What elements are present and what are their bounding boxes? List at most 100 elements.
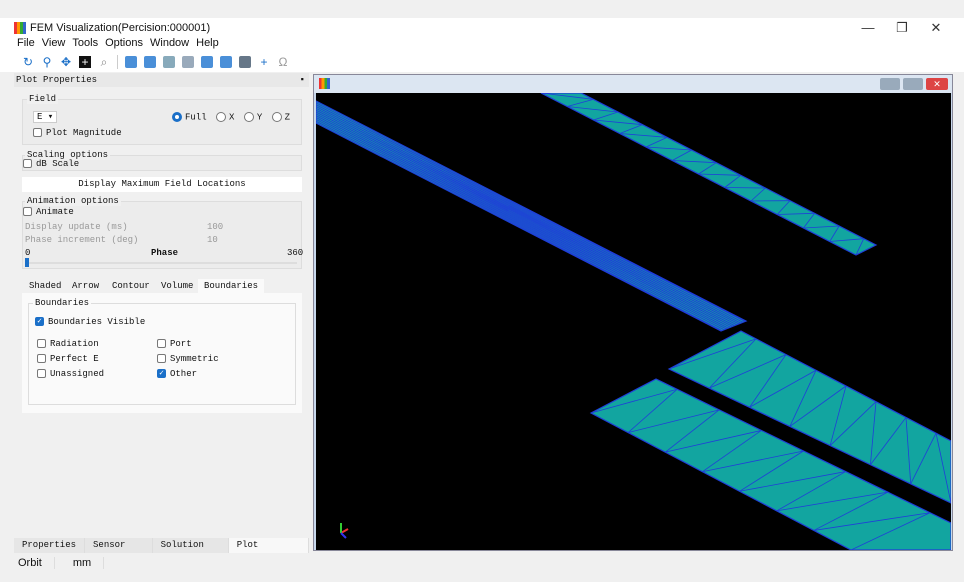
phase-label: Phase	[151, 248, 179, 258]
phase-max: 360	[287, 248, 304, 258]
checkbox-icon	[157, 354, 166, 364]
panel-title: Plot Properties	[16, 75, 98, 85]
tab-contour[interactable]: Contour	[106, 279, 156, 293]
mesh-edge	[724, 187, 766, 189]
menu-help[interactable]: Help	[196, 37, 219, 52]
boundary-label: Symmetric	[170, 354, 219, 364]
component-radios: Full X Y Z	[168, 112, 290, 122]
boundary-label: Port	[170, 339, 192, 349]
checkbox-icon	[37, 369, 46, 379]
field-select[interactable]: E ▾	[33, 111, 58, 123]
view-left-icon[interactable]	[201, 56, 213, 68]
view-top-icon[interactable]	[163, 56, 175, 68]
boundaries-visible-checkbox[interactable]: ✓ Boundaries Visible	[35, 317, 145, 327]
db-scale-checkbox[interactable]: dB Scale	[23, 159, 79, 169]
phase-min: 0	[25, 248, 31, 258]
menu-window[interactable]: Window	[150, 37, 189, 52]
view-back-icon[interactable]	[144, 56, 156, 68]
boundary-checkbox-other[interactable]: ✓ Other	[157, 369, 197, 379]
status-bar: Orbit mm	[0, 553, 964, 573]
scaling-group: Scaling options dB Scale	[22, 150, 302, 171]
checkbox-icon	[37, 354, 46, 364]
tab-sensor-setup[interactable]: Sensor Setup	[85, 538, 153, 565]
fit-icon[interactable]: +	[79, 56, 91, 68]
tab-boundaries[interactable]: Boundaries	[198, 279, 265, 293]
view-iso-icon[interactable]	[239, 56, 251, 68]
boundary-checkbox-symmetric[interactable]: Symmetric	[157, 354, 219, 364]
zoom-icon[interactable]: ⚲	[41, 56, 53, 68]
close-button[interactable]: ✕	[921, 18, 951, 38]
tab-plot-properties[interactable]: Plot Properties	[228, 538, 309, 565]
radio-y-label: Y	[256, 112, 263, 123]
boundary-checkbox-radiation[interactable]: Radiation	[37, 339, 99, 349]
status-mode: Orbit	[0, 557, 55, 569]
display-max-field-button[interactable]: Display Maximum Field Locations	[22, 177, 302, 192]
boundary-label: Other	[170, 369, 198, 379]
menu-options[interactable]: Options	[105, 37, 143, 52]
menu-file[interactable]: File	[17, 37, 35, 52]
tab-shaded[interactable]: Shaded	[23, 279, 67, 293]
view-app-icon	[319, 78, 330, 89]
phase-slider-thumb[interactable]	[25, 258, 29, 267]
field-group: Field E ▾ Full X Y Z Plot Magnitude	[22, 94, 302, 145]
undock-icon[interactable]: ▪	[300, 75, 305, 85]
display-update-input[interactable]: 100	[207, 222, 223, 232]
plot-magnitude-checkbox[interactable]: Plot Magnitude	[33, 128, 122, 138]
menu-tools[interactable]: Tools	[72, 37, 98, 52]
view-right-icon[interactable]	[220, 56, 232, 68]
axis-triad-icon	[340, 523, 349, 539]
boundary-checkbox-port[interactable]: Port	[157, 339, 192, 349]
check-icon: ✓	[157, 369, 166, 379]
tab-solution-setup[interactable]: Solution Setup	[152, 538, 229, 565]
radio-x[interactable]	[216, 112, 227, 122]
boundary-label: Unassigned	[50, 369, 105, 379]
app-icon	[14, 22, 26, 34]
animate-checkbox[interactable]: Animate	[23, 207, 74, 217]
probe-icon[interactable]: Ω	[277, 56, 289, 68]
view-close-button[interactable]: ✕	[926, 78, 948, 90]
mesh-drawing	[315, 92, 952, 551]
boundary-checkbox-perfect-e[interactable]: Perfect E	[37, 354, 99, 364]
animate-label: Animate	[36, 207, 74, 217]
phase-increment-input[interactable]: 10	[207, 235, 218, 245]
radio-z-label: Z	[284, 112, 291, 123]
view-minimize-button[interactable]	[880, 78, 900, 90]
mesh-canvas[interactable]	[315, 92, 952, 551]
axis-icon[interactable]: +	[258, 56, 270, 68]
boundary-checkbox-unassigned[interactable]: Unassigned	[37, 369, 104, 379]
display-update-label: Display update (ms)	[25, 222, 128, 232]
restore-button[interactable]: ❐	[887, 18, 917, 38]
tab-arrow[interactable]: Arrow	[66, 279, 105, 293]
menu-bar: File View Tools Options Window Help	[0, 37, 964, 52]
pan-icon[interactable]: ✥	[60, 56, 72, 68]
radio-full-label: Full	[185, 112, 207, 123]
phase-slider[interactable]	[25, 262, 297, 264]
3d-view-window[interactable]: ✕	[313, 74, 953, 551]
radio-x-label: X	[229, 112, 235, 123]
view-front-icon[interactable]	[125, 56, 137, 68]
plot-properties-panel: Plot Properties ▪ Field E ▾ Full X Y Z P…	[14, 73, 309, 553]
phase-increment-label: Phase increment (deg)	[25, 235, 139, 245]
field-label: Field	[27, 94, 59, 104]
view-bottom-icon[interactable]	[182, 56, 194, 68]
checkbox-icon	[23, 207, 32, 217]
checkbox-icon	[37, 339, 46, 349]
radio-z[interactable]	[271, 112, 282, 122]
separator	[117, 55, 118, 69]
rotate-icon[interactable]: ↻	[22, 56, 34, 68]
minimize-button[interactable]: —	[853, 18, 883, 38]
check-icon: ✓	[35, 317, 44, 327]
radio-y[interactable]	[243, 112, 254, 122]
menu-view[interactable]: View	[42, 37, 66, 52]
checkbox-icon	[157, 339, 166, 349]
tab-volume[interactable]: Volume	[155, 279, 199, 293]
toolbar: ↻ ⚲ ✥ + ⌕ + Ω	[0, 52, 964, 72]
tab-properties[interactable]: Properties	[14, 538, 86, 553]
view-maximize-button[interactable]	[903, 78, 923, 90]
db-scale-label: dB Scale	[36, 159, 80, 169]
zoom-window-icon[interactable]: ⌕	[98, 56, 110, 68]
checkbox-icon	[33, 128, 42, 138]
radio-full[interactable]	[172, 112, 182, 122]
boundary-label: Perfect E	[50, 354, 99, 364]
view-titlebar: ✕	[314, 75, 952, 93]
